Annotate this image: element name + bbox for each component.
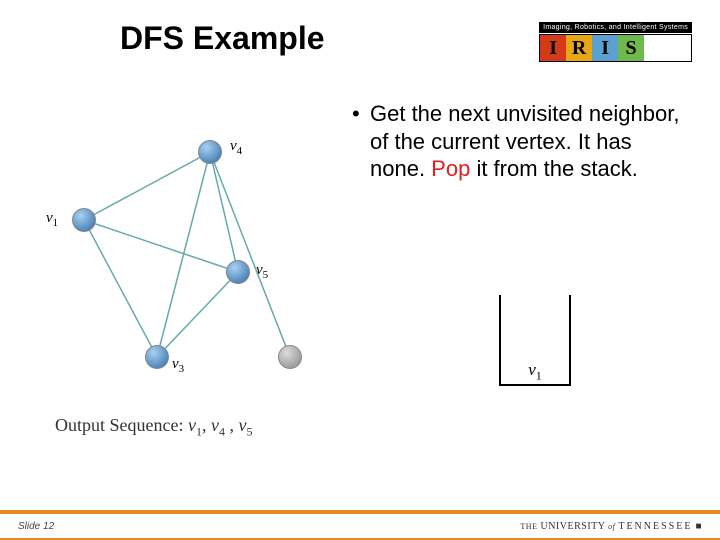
logo-letter: S (618, 35, 644, 61)
footer-inner: Slide 12 THE UNIVERSITY of TENNESSEE ■ (0, 514, 720, 538)
node-label-v5: v5 (256, 262, 268, 281)
output-prefix: Output Sequence: (55, 415, 188, 435)
bullet-pop: Pop (431, 156, 470, 181)
graph-diagram: v1 v4 v5 v3 (40, 120, 340, 400)
node-label-v3: v3 (172, 356, 184, 375)
page-title: DFS Example (120, 20, 325, 57)
slide-number: Slide 12 (18, 521, 54, 532)
node-label-v4: v4 (230, 138, 242, 157)
logo-letter: R (566, 35, 592, 61)
stack-item: v1 (510, 360, 560, 383)
logo-label: Imaging, Robotics, and Intelligent Syste… (539, 22, 692, 33)
logo-letter: I (592, 35, 618, 61)
output-sequence: Output Sequence: v1, v4 , v5 (55, 415, 252, 440)
logo-blocks: I R I S (539, 34, 692, 62)
graph-node-v3 (145, 345, 169, 369)
bullet-text: • Get the next unvisited neighbor, of th… (370, 100, 690, 183)
stack-diagram: v1 (490, 290, 580, 390)
iris-logo: Imaging, Robotics, and Intelligent Syste… (539, 22, 692, 62)
footer-bar: Slide 12 THE UNIVERSITY of TENNESSEE ■ (0, 510, 720, 540)
bullet-dot-icon: • (352, 100, 360, 128)
output-items: v1, v4 , v5 (188, 415, 253, 435)
university-wordmark: THE UNIVERSITY of TENNESSEE ■ (520, 521, 702, 532)
graph-node-v2 (278, 345, 302, 369)
logo-letter: I (540, 35, 566, 61)
graph-node-v4 (198, 140, 222, 164)
bullet-post: it from the stack. (470, 156, 638, 181)
graph-node-v5 (226, 260, 250, 284)
graph-node-v1 (72, 208, 96, 232)
slide: DFS Example Imaging, Robotics, and Intel… (0, 0, 720, 540)
node-label-v1: v1 (46, 210, 58, 229)
